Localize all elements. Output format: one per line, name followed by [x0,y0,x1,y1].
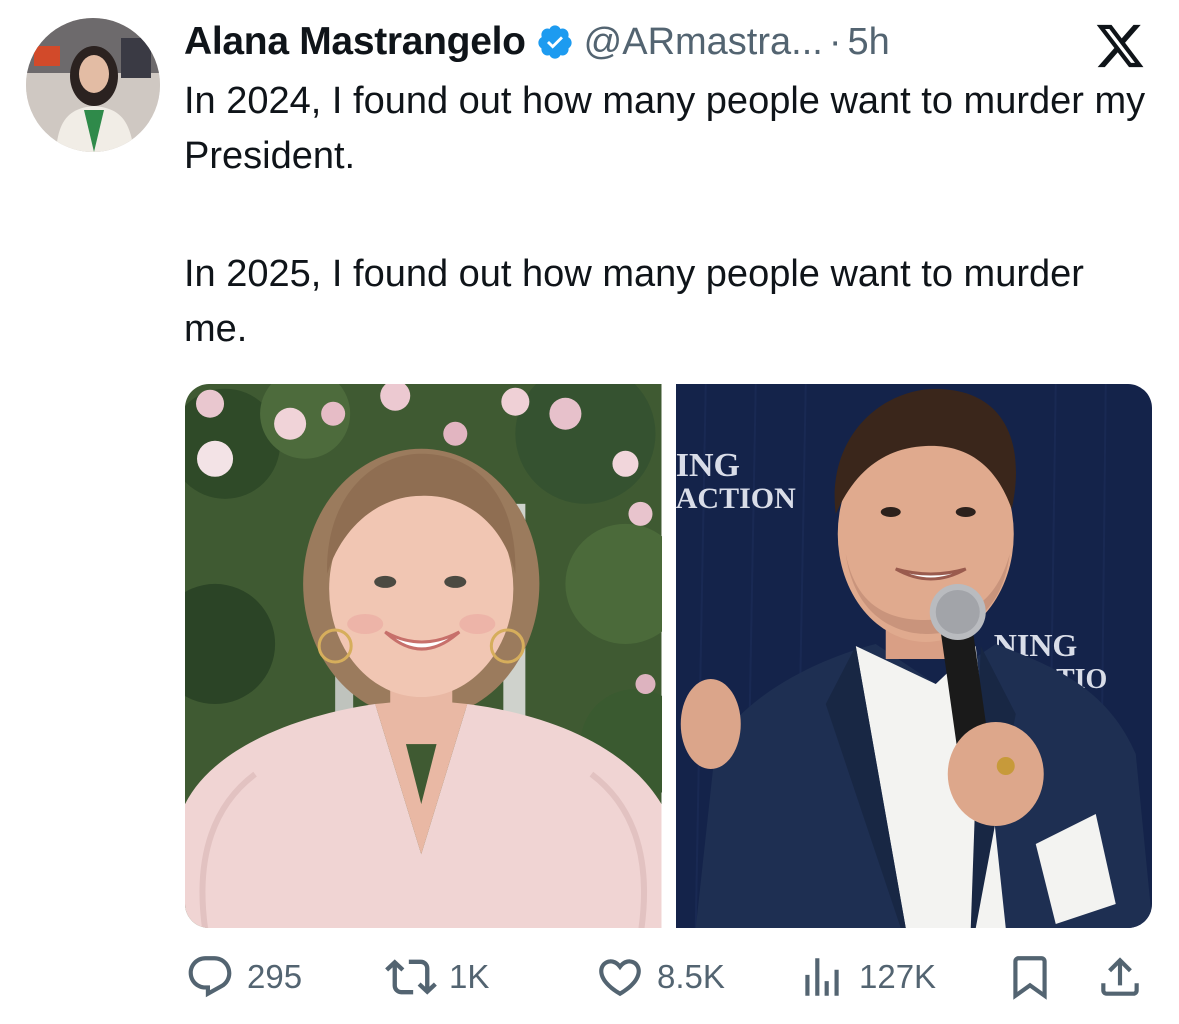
tweet-card: Alana Mastrangelo @ARmastra... · 5h In 2… [0,0,1179,1024]
photo-man-microphone: ING ACTION NING CTIO [675,384,1152,928]
media-image-2[interactable]: ING ACTION NING CTIO [675,384,1152,928]
timestamp[interactable]: 5h [847,21,889,64]
like-count: 8.5K [657,958,725,995]
display-name[interactable]: Alana Mastrangelo [184,20,526,64]
tweet-paragraph-1: In 2024, I found out how many people wan… [184,80,1146,177]
tweet-text: In 2024, I found out how many people wan… [184,74,1154,357]
retweet-count: 1K [449,958,490,995]
views-button[interactable]: 127K [797,946,936,1008]
bookmark-icon [1013,956,1047,1000]
like-button[interactable]: 8.5K [595,946,725,1008]
reply-icon [188,956,232,998]
action-bar: 295 1K 8.5K 127K [185,946,1150,1008]
avatar-image [26,18,160,152]
retweet-icon [385,959,437,995]
banner-text-1: ING [676,447,740,484]
share-button[interactable] [1095,946,1145,1008]
views-count: 127K [859,958,937,995]
retweet-button[interactable]: 1K [385,946,489,1008]
reply-count: 295 [247,958,303,995]
avatar[interactable] [26,18,160,152]
bookmark-button[interactable] [1005,946,1055,1008]
tweet-header: Alana Mastrangelo @ARmastra... · 5h [184,16,890,68]
media-image-1[interactable] [185,384,662,928]
separator-dot: · [828,20,842,63]
views-icon [805,958,839,996]
reply-button[interactable]: 295 [185,946,302,1008]
heart-icon [599,959,641,997]
x-logo-icon [1092,20,1148,72]
media-grid: ING ACTION NING CTIO [185,384,1152,928]
verified-badge-icon [536,23,574,61]
tweet-paragraph-2: In 2025, I found out how many people wan… [184,253,1084,350]
banner-text-2: ACTION [676,482,796,515]
user-handle[interactable]: @ARmastra... [584,21,823,64]
photo-young-woman [185,384,662,928]
share-icon [1101,957,1139,996]
